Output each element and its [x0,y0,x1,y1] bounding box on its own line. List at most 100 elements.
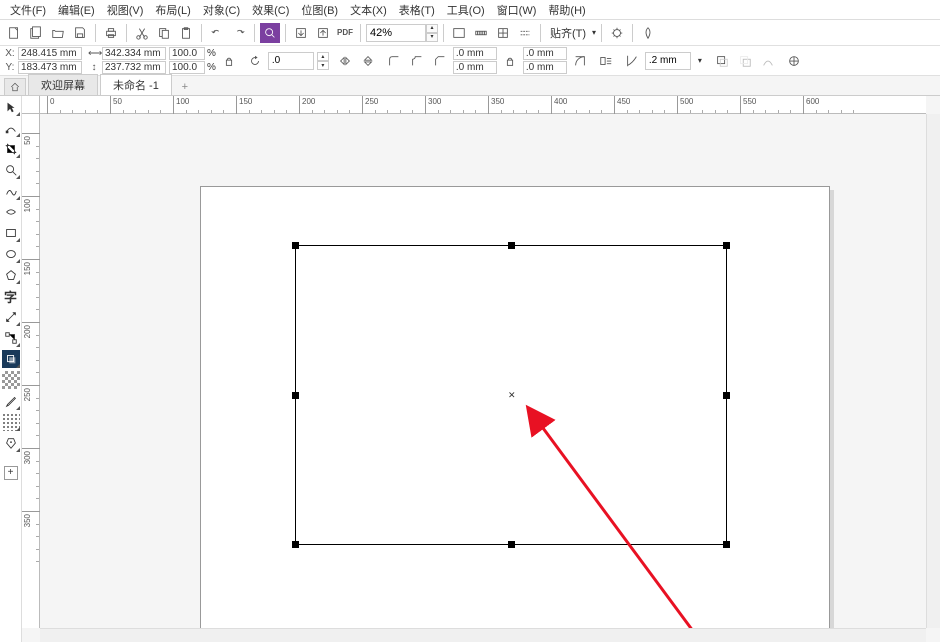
menu-layout[interactable]: 布局(L) [149,2,196,18]
mirror-horizontal-button[interactable] [335,51,355,71]
vertical-ruler[interactable]: 50100150200250300350 [22,114,40,628]
corner-tl-input[interactable]: .0 mm [453,47,497,60]
tab-welcome[interactable]: 欢迎屏幕 [28,74,98,95]
mirror-vertical-button[interactable] [358,51,378,71]
angle-down[interactable]: ▾ [317,61,329,70]
menu-window[interactable]: 窗口(W) [491,2,543,18]
menu-help[interactable]: 帮助(H) [542,2,591,18]
handle-top-left[interactable] [292,242,299,249]
center-marker[interactable]: ✕ [508,392,515,399]
cut-button[interactable] [132,23,152,43]
outline-width-input[interactable] [645,52,691,70]
text-wrap-button[interactable] [596,51,616,71]
open-button[interactable] [48,23,68,43]
tab-new[interactable]: + [174,79,196,95]
menu-text[interactable]: 文本(X) [344,2,393,18]
to-back-button[interactable] [735,51,755,71]
publish-pdf-button[interactable]: PDF [335,23,355,43]
zoom-down[interactable]: ▾ [426,33,438,42]
corner-bl-input[interactable]: .0 mm [453,61,497,74]
text-tool[interactable]: 字 [2,287,20,305]
height-input[interactable]: 237.732 mm [102,61,166,74]
menu-view[interactable]: 视图(V) [101,2,150,18]
pick-tool[interactable] [2,98,20,116]
save-button[interactable] [70,23,90,43]
lock-ratio-button[interactable] [219,51,239,71]
angle-up[interactable]: ▴ [317,52,329,61]
rotation-angle-input[interactable] [268,52,314,70]
undo-button[interactable] [207,23,227,43]
export-button[interactable] [313,23,333,43]
shape-tool[interactable] [2,119,20,137]
menu-edit[interactable]: 编辑(E) [52,2,101,18]
redo-button[interactable] [229,23,249,43]
x-position-input[interactable]: 248.415 mm [18,47,82,60]
chamfer-corner-button[interactable] [430,51,450,71]
search-content-button[interactable] [260,23,280,43]
show-guidelines-button[interactable] [515,23,535,43]
show-rulers-button[interactable] [471,23,491,43]
polygon-tool[interactable] [2,266,20,284]
zoom-level[interactable]: ▴▾ [366,24,438,42]
width-input[interactable]: 342.334 mm [102,47,166,60]
connector-tool[interactable] [2,329,20,347]
menu-file[interactable]: 文件(F) [4,2,52,18]
corner-br-input[interactable]: .0 mm [523,61,567,74]
y-position-input[interactable]: 183.473 mm [18,61,82,74]
corner-lock-button[interactable] [500,51,520,71]
print-button[interactable] [101,23,121,43]
handle-mid-right[interactable] [723,392,730,399]
paste-button[interactable] [176,23,196,43]
vertical-scrollbar[interactable] [926,114,940,628]
menu-object[interactable]: 对象(C) [197,2,246,18]
handle-top-right[interactable] [723,242,730,249]
to-front-button[interactable] [712,51,732,71]
zoom-input[interactable] [366,24,426,42]
horizontal-scrollbar[interactable] [40,628,926,642]
rectangle-tool[interactable] [2,224,20,242]
handle-mid-left[interactable] [292,392,299,399]
handle-bottom-left[interactable] [292,541,299,548]
fullscreen-button[interactable] [449,23,469,43]
copy-button[interactable] [154,23,174,43]
crop-tool[interactable] [2,140,20,158]
menu-table[interactable]: 表格(T) [393,2,441,18]
eyedropper-tool[interactable] [2,392,20,410]
tab-document[interactable]: 未命名 -1 [100,74,172,95]
smart-fill-tool[interactable] [2,434,20,452]
transparency-tool[interactable] [2,371,20,389]
new-button[interactable] [4,23,24,43]
interactive-fill-tool[interactable] [2,413,20,431]
options-button[interactable] [607,23,627,43]
drop-shadow-tool[interactable] [2,350,20,368]
menu-tools[interactable]: 工具(O) [441,2,491,18]
horizontal-ruler[interactable]: 050100150200250300350400450500550600 [40,96,926,114]
zoom-up[interactable]: ▴ [426,24,438,33]
ellipse-tool[interactable] [2,245,20,263]
scallop-corner-button[interactable] [407,51,427,71]
selected-rectangle[interactable]: ✕ [295,245,727,545]
scale-y-input[interactable]: 100.0 [169,61,205,74]
canvas-viewport[interactable]: ✕ [40,114,926,628]
snap-to-dropdown[interactable]: 贴齐(T) [546,25,590,41]
menu-effect[interactable]: 效果(C) [246,2,295,18]
zoom-tool[interactable] [2,161,20,179]
toolbox-expand[interactable]: + [4,466,18,480]
scale-x-input[interactable]: 100.0 [169,47,205,60]
new-template-button[interactable] [26,23,46,43]
parallel-dim-tool[interactable] [2,308,20,326]
ruler-origin[interactable] [22,96,40,114]
round-corner-button[interactable] [384,51,404,71]
relative-corner-button[interactable] [570,51,590,71]
handle-bottom-center[interactable] [508,541,515,548]
tab-home[interactable] [4,78,26,95]
convert-curves-button[interactable] [758,51,778,71]
show-grid-button[interactable] [493,23,513,43]
object-origin-button[interactable] [784,51,804,71]
launch-button[interactable] [638,23,658,43]
artistic-media-tool[interactable] [2,203,20,221]
menu-bitmap[interactable]: 位图(B) [295,2,344,18]
handle-top-center[interactable] [508,242,515,249]
import-button[interactable] [291,23,311,43]
handle-bottom-right[interactable] [723,541,730,548]
